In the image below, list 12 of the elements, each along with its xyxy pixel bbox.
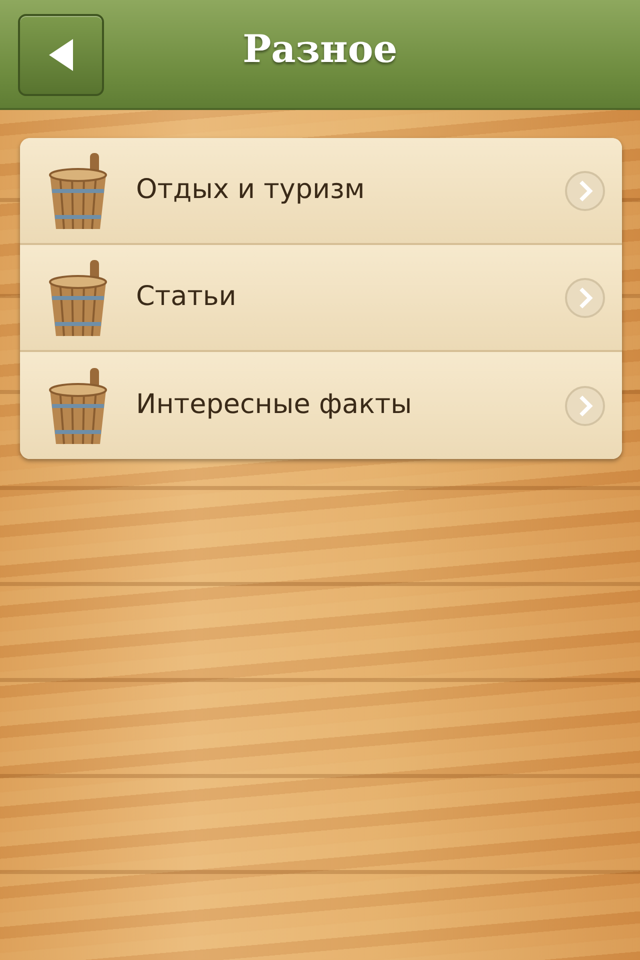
chevron-icon	[564, 276, 606, 318]
back-arrow-icon	[47, 37, 75, 73]
bucket-icon	[46, 150, 110, 230]
bucket-icon	[46, 258, 110, 338]
back-button[interactable]	[18, 14, 104, 96]
menu-item[interactable]: Интересные факты	[20, 352, 622, 459]
screen-title: Разное	[242, 26, 398, 71]
chevron-icon	[564, 384, 606, 426]
chevron-icon	[564, 170, 606, 212]
bucket-icon	[46, 366, 110, 446]
menu-item[interactable]: Статьи	[20, 245, 622, 352]
menu-item[interactable]: Отдых и туризм	[20, 138, 622, 245]
